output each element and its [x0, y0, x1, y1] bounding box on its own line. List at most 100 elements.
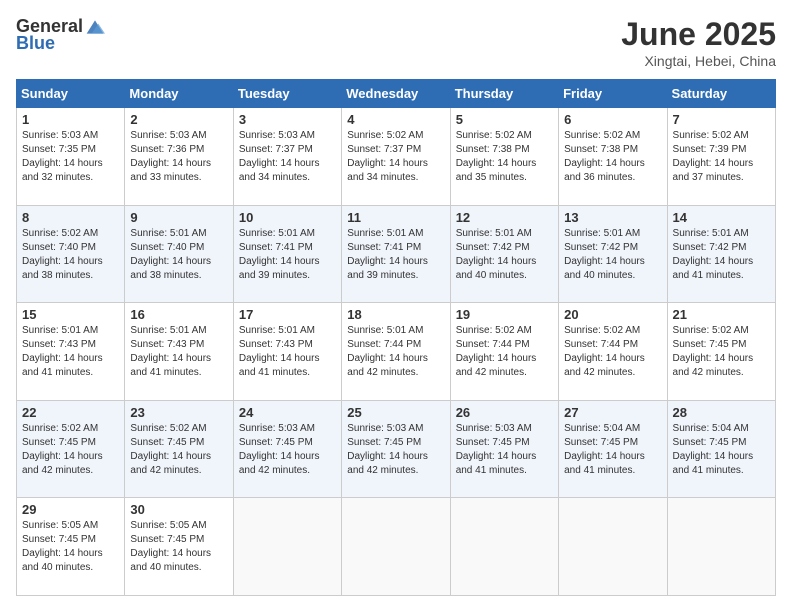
week-row-1: 1 Sunrise: 5:03 AMSunset: 7:35 PMDaylight…	[17, 108, 776, 206]
cell-content: Sunrise: 5:02 AMSunset: 7:38 PMDaylight:…	[564, 129, 661, 185]
day-number: 17	[239, 307, 336, 322]
day-number: 12	[456, 210, 553, 225]
day-number: 4	[347, 112, 444, 127]
weekday-tuesday: Tuesday	[233, 80, 341, 108]
day-number: 9	[130, 210, 227, 225]
cell-content: Sunrise: 5:01 AMSunset: 7:42 PMDaylight:…	[456, 227, 553, 283]
cell-content: Sunrise: 5:02 AMSunset: 7:39 PMDaylight:…	[673, 129, 770, 185]
calendar-cell: 14 Sunrise: 5:01 AMSunset: 7:42 PMDayligh…	[667, 205, 775, 303]
day-number: 16	[130, 307, 227, 322]
calendar-cell	[667, 498, 775, 596]
logo-blue-text: Blue	[16, 33, 55, 54]
calendar-cell: 15 Sunrise: 5:01 AMSunset: 7:43 PMDayligh…	[17, 303, 125, 401]
calendar-cell: 11 Sunrise: 5:01 AMSunset: 7:41 PMDayligh…	[342, 205, 450, 303]
cell-content: Sunrise: 5:02 AMSunset: 7:40 PMDaylight:…	[22, 227, 119, 283]
cell-content: Sunrise: 5:03 AMSunset: 7:45 PMDaylight:…	[239, 422, 336, 478]
cell-content: Sunrise: 5:03 AMSunset: 7:45 PMDaylight:…	[347, 422, 444, 478]
day-number: 27	[564, 405, 661, 420]
day-number: 6	[564, 112, 661, 127]
weekday-sunday: Sunday	[17, 80, 125, 108]
calendar-cell: 26Sunrise: 5:03 AMSunset: 7:45 PMDayligh…	[450, 400, 558, 498]
cell-content: Sunrise: 5:02 AMSunset: 7:45 PMDaylight:…	[673, 324, 770, 380]
cell-content: Sunrise: 5:02 AMSunset: 7:38 PMDaylight:…	[456, 129, 553, 185]
week-row-2: 8 Sunrise: 5:02 AMSunset: 7:40 PMDaylight…	[17, 205, 776, 303]
calendar-cell: 4 Sunrise: 5:02 AMSunset: 7:37 PMDaylight…	[342, 108, 450, 206]
calendar-cell	[450, 498, 558, 596]
calendar-cell: 6 Sunrise: 5:02 AMSunset: 7:38 PMDaylight…	[559, 108, 667, 206]
calendar-cell: 27 Sunrise: 5:04 AMSunset: 7:45 PMDayligh…	[559, 400, 667, 498]
day-number: 22	[22, 405, 119, 420]
day-number: 13	[564, 210, 661, 225]
weekday-monday: Monday	[125, 80, 233, 108]
cell-content: Sunrise: 5:04 AMSunset: 7:45 PMDaylight:…	[673, 422, 770, 478]
calendar-cell: 16 Sunrise: 5:01 AMSunset: 7:43 PMDayligh…	[125, 303, 233, 401]
day-number: 23	[130, 405, 227, 420]
weekday-header-row: SundayMondayTuesdayWednesdayThursdayFrid…	[17, 80, 776, 108]
calendar-cell: 18Sunrise: 5:01 AMSunset: 7:44 PMDayligh…	[342, 303, 450, 401]
calendar-cell: 23Sunrise: 5:02 AMSunset: 7:45 PMDayligh…	[125, 400, 233, 498]
logo: General Blue	[16, 16, 105, 54]
day-number: 25	[347, 405, 444, 420]
calendar-cell	[233, 498, 341, 596]
day-number: 3	[239, 112, 336, 127]
calendar-cell: 24 Sunrise: 5:03 AMSunset: 7:45 PMDayligh…	[233, 400, 341, 498]
cell-content: Sunrise: 5:01 AMSunset: 7:40 PMDaylight:…	[130, 227, 227, 283]
calendar-cell: 21 Sunrise: 5:02 AMSunset: 7:45 PMDayligh…	[667, 303, 775, 401]
cell-content: Sunrise: 5:05 AMSunset: 7:45 PMDaylight:…	[22, 519, 119, 575]
calendar-cell	[559, 498, 667, 596]
day-number: 28	[673, 405, 770, 420]
day-number: 1	[22, 112, 119, 127]
day-number: 15	[22, 307, 119, 322]
calendar-cell: 25 Sunrise: 5:03 AMSunset: 7:45 PMDayligh…	[342, 400, 450, 498]
calendar-cell: 17 Sunrise: 5:01 AMSunset: 7:43 PMDayligh…	[233, 303, 341, 401]
day-number: 19	[456, 307, 553, 322]
calendar-cell: 30Sunrise: 5:05 AMSunset: 7:45 PMDayligh…	[125, 498, 233, 596]
cell-content: Sunrise: 5:02 AMSunset: 7:37 PMDaylight:…	[347, 129, 444, 185]
cell-content: Sunrise: 5:03 AMSunset: 7:45 PMDaylight:…	[456, 422, 553, 478]
cell-content: Sunrise: 5:02 AMSunset: 7:44 PMDaylight:…	[456, 324, 553, 380]
calendar-cell: 13 Sunrise: 5:01 AMSunset: 7:42 PMDayligh…	[559, 205, 667, 303]
cell-content: Sunrise: 5:01 AMSunset: 7:42 PMDaylight:…	[564, 227, 661, 283]
day-number: 14	[673, 210, 770, 225]
day-number: 5	[456, 112, 553, 127]
calendar-cell: 28 Sunrise: 5:04 AMSunset: 7:45 PMDayligh…	[667, 400, 775, 498]
page: General Blue June 2025 Xingtai, Hebei, C…	[0, 0, 792, 612]
calendar-cell: 19 Sunrise: 5:02 AMSunset: 7:44 PMDayligh…	[450, 303, 558, 401]
cell-content: Sunrise: 5:03 AMSunset: 7:35 PMDaylight:…	[22, 129, 119, 185]
weekday-thursday: Thursday	[450, 80, 558, 108]
day-number: 24	[239, 405, 336, 420]
weekday-friday: Friday	[559, 80, 667, 108]
day-number: 29	[22, 502, 119, 517]
cell-content: Sunrise: 5:01 AMSunset: 7:44 PMDaylight:…	[347, 324, 444, 380]
calendar-cell: 1 Sunrise: 5:03 AMSunset: 7:35 PMDaylight…	[17, 108, 125, 206]
location-subtitle: Xingtai, Hebei, China	[621, 53, 776, 69]
calendar-cell: 8 Sunrise: 5:02 AMSunset: 7:40 PMDaylight…	[17, 205, 125, 303]
header: General Blue June 2025 Xingtai, Hebei, C…	[16, 16, 776, 69]
calendar-cell: 20 Sunrise: 5:02 AMSunset: 7:44 PMDayligh…	[559, 303, 667, 401]
cell-content: Sunrise: 5:01 AMSunset: 7:43 PMDaylight:…	[22, 324, 119, 380]
cell-content: Sunrise: 5:04 AMSunset: 7:45 PMDaylight:…	[564, 422, 661, 478]
cell-content: Sunrise: 5:01 AMSunset: 7:41 PMDaylight:…	[347, 227, 444, 283]
cell-content: Sunrise: 5:05 AMSunset: 7:45 PMDaylight:…	[130, 519, 227, 575]
logo-icon	[85, 17, 105, 37]
day-number: 20	[564, 307, 661, 322]
cell-content: Sunrise: 5:01 AMSunset: 7:43 PMDaylight:…	[239, 324, 336, 380]
week-row-5: 29 Sunrise: 5:05 AMSunset: 7:45 PMDayligh…	[17, 498, 776, 596]
title-area: June 2025 Xingtai, Hebei, China	[621, 16, 776, 69]
calendar-cell: 7Sunrise: 5:02 AMSunset: 7:39 PMDaylight…	[667, 108, 775, 206]
day-number: 10	[239, 210, 336, 225]
calendar-cell: 5 Sunrise: 5:02 AMSunset: 7:38 PMDaylight…	[450, 108, 558, 206]
cell-content: Sunrise: 5:03 AMSunset: 7:36 PMDaylight:…	[130, 129, 227, 185]
weekday-wednesday: Wednesday	[342, 80, 450, 108]
cell-content: Sunrise: 5:01 AMSunset: 7:43 PMDaylight:…	[130, 324, 227, 380]
cell-content: Sunrise: 5:01 AMSunset: 7:42 PMDaylight:…	[673, 227, 770, 283]
cell-content: Sunrise: 5:02 AMSunset: 7:44 PMDaylight:…	[564, 324, 661, 380]
calendar-table: SundayMondayTuesdayWednesdayThursdayFrid…	[16, 79, 776, 596]
week-row-4: 22Sunrise: 5:02 AMSunset: 7:45 PMDayligh…	[17, 400, 776, 498]
day-number: 21	[673, 307, 770, 322]
day-number: 11	[347, 210, 444, 225]
calendar-cell: 12 Sunrise: 5:01 AMSunset: 7:42 PMDayligh…	[450, 205, 558, 303]
calendar-cell: 2Sunrise: 5:03 AMSunset: 7:36 PMDaylight…	[125, 108, 233, 206]
month-title: June 2025	[621, 16, 776, 53]
day-number: 8	[22, 210, 119, 225]
